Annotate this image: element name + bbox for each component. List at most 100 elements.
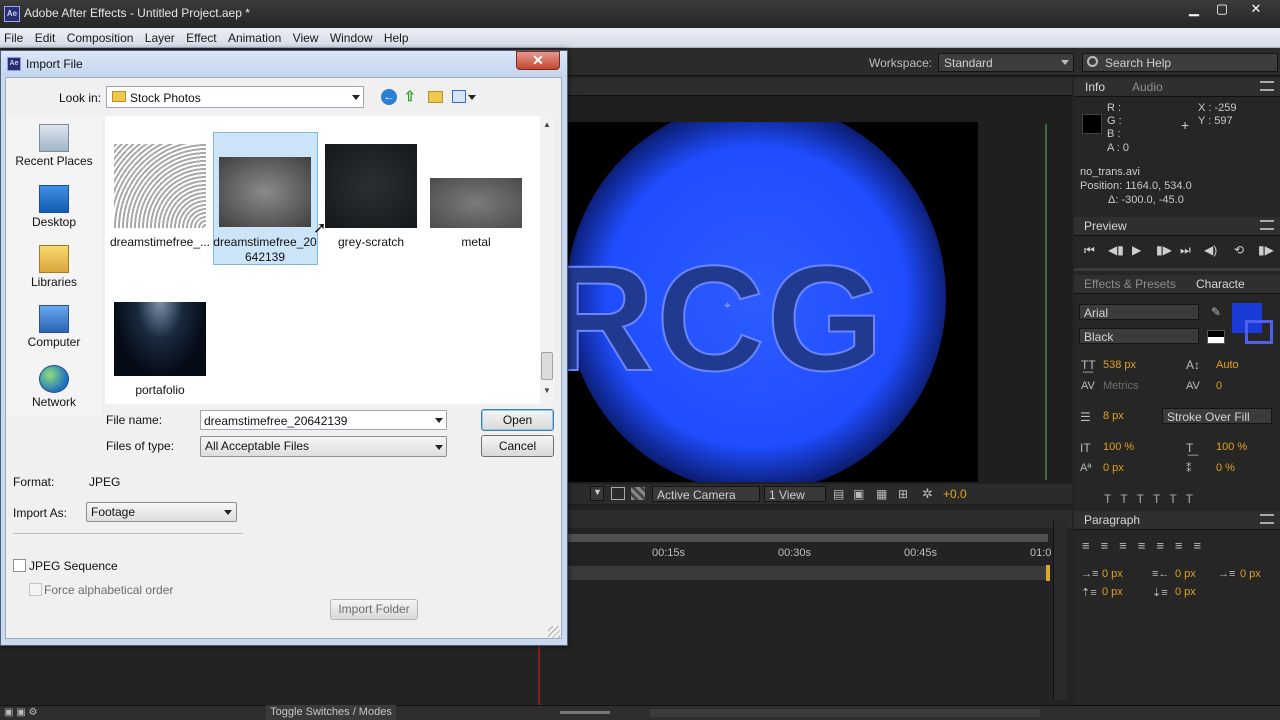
region-of-interest-icon[interactable]: ▦: [876, 487, 887, 501]
transparency-grid-icon[interactable]: [631, 487, 645, 500]
horizontal-scrollbar[interactable]: [650, 709, 1040, 717]
menu-edit[interactable]: Edit: [31, 28, 60, 45]
tab-paragraph[interactable]: Paragraph: [1084, 513, 1140, 527]
fast-previews-icon[interactable]: ▣: [853, 487, 864, 501]
workspace-select[interactable]: Standard: [938, 53, 1074, 72]
file-thumbnail[interactable]: [430, 178, 522, 228]
horizontal-scale-value[interactable]: 100 %: [1216, 441, 1247, 453]
menu-animation[interactable]: Animation: [224, 28, 285, 45]
timeline-scrollbar[interactable]: [1053, 520, 1067, 700]
flowchart-icon[interactable]: ⊞: [898, 487, 908, 501]
menu-view[interactable]: View: [289, 28, 323, 45]
back-arrow-icon[interactable]: ←: [381, 89, 397, 105]
open-button[interactable]: Open: [481, 409, 554, 431]
import-folder-button[interactable]: Import Folder: [330, 599, 418, 620]
play-icon[interactable]: ▶: [1132, 243, 1141, 257]
paragraph-align-buttons[interactable]: ≡≡≡≡≡≡≡: [1082, 538, 1212, 553]
menu-composition[interactable]: Composition: [63, 28, 138, 45]
resize-grip-icon[interactable]: [548, 626, 560, 638]
tsume-value[interactable]: 0 %: [1216, 462, 1235, 474]
font-size-value[interactable]: 538 px: [1103, 359, 1136, 371]
tab-effects-presets[interactable]: Effects & Presets: [1084, 277, 1176, 291]
exposure-icon[interactable]: ✲: [922, 486, 933, 502]
file-label[interactable]: portafolio: [105, 383, 215, 398]
tracking-value[interactable]: 0: [1216, 380, 1222, 392]
tab-character[interactable]: Characte: [1196, 277, 1245, 291]
view-menu-icon[interactable]: [452, 90, 466, 103]
files-of-type-select[interactable]: All Acceptable Files: [200, 436, 447, 457]
menu-effect[interactable]: Effect: [182, 28, 220, 45]
menu-window[interactable]: Window: [326, 28, 377, 45]
audio-icon[interactable]: ◀): [1204, 243, 1217, 257]
place-libraries[interactable]: Libraries: [6, 245, 102, 289]
cancel-button[interactable]: Cancel: [481, 435, 554, 457]
file-thumbnail[interactable]: [325, 144, 417, 228]
up-folder-icon[interactable]: ⇧: [404, 88, 416, 105]
file-name-input[interactable]: dreamstimefree_20642139: [200, 410, 447, 430]
jpeg-sequence-checkbox[interactable]: [13, 559, 26, 572]
menu-layer[interactable]: Layer: [141, 28, 179, 45]
leading-value[interactable]: Auto: [1216, 359, 1239, 371]
timeline-end-marker[interactable]: [1046, 565, 1050, 581]
scroll-down-icon[interactable]: ▼: [543, 386, 551, 395]
previous-frame-icon[interactable]: ◀▮: [1108, 243, 1124, 257]
rcg-text-layer[interactable]: RCG: [566, 232, 885, 405]
file-label[interactable]: grey-scratch: [316, 235, 426, 250]
work-area-bar[interactable]: [566, 534, 1048, 542]
camera-select[interactable]: Active Camera: [652, 486, 760, 502]
exposure-value[interactable]: +0.0: [943, 487, 967, 501]
kerning-value[interactable]: Metrics: [1103, 380, 1138, 392]
space-after-value[interactable]: 0 px: [1175, 586, 1196, 598]
next-frame-icon[interactable]: ▮▶: [1156, 243, 1172, 257]
menu-file[interactable]: File: [0, 28, 27, 45]
place-recent-places[interactable]: Recent Places: [6, 124, 102, 168]
file-thumbnail[interactable]: [114, 144, 206, 228]
last-frame-icon[interactable]: ⏭: [1180, 243, 1191, 258]
close-window-button[interactable]: ✕: [1236, 0, 1276, 18]
layer-duration-bar[interactable]: [566, 566, 1046, 580]
maximize-button[interactable]: ▢: [1206, 0, 1238, 18]
file-label[interactable]: dreamstimefree_...: [105, 235, 215, 250]
faux-style-buttons[interactable]: TTTTTT: [1104, 492, 1202, 506]
loop-icon[interactable]: ⟲: [1234, 243, 1244, 257]
import-as-select[interactable]: Footage: [86, 502, 237, 522]
toggle-switches-modes-button[interactable]: Toggle Switches / Modes: [266, 705, 396, 720]
stroke-color-swatch[interactable]: [1245, 320, 1273, 344]
file-label[interactable]: metal: [421, 235, 531, 250]
new-folder-icon[interactable]: [428, 91, 443, 103]
place-desktop[interactable]: Desktop: [6, 185, 102, 229]
first-line-indent-value[interactable]: 0 px: [1240, 568, 1261, 580]
indent-left-value[interactable]: 0 px: [1102, 568, 1123, 580]
snapshot-icon[interactable]: [611, 487, 625, 500]
file-thumbnail[interactable]: [114, 302, 206, 376]
scroll-up-icon[interactable]: ▲: [543, 120, 551, 129]
menu-help[interactable]: Help: [380, 28, 413, 45]
black-white-swatch[interactable]: [1207, 330, 1225, 344]
panel-menu-icon[interactable]: [1260, 220, 1274, 230]
tab-info[interactable]: Info: [1085, 80, 1105, 94]
baseline-shift-value[interactable]: 0 px: [1103, 462, 1124, 474]
indent-right-value[interactable]: 0 px: [1175, 568, 1196, 580]
panel-menu-icon[interactable]: [1260, 81, 1274, 91]
first-frame-icon[interactable]: ⏮: [1084, 243, 1095, 258]
space-before-value[interactable]: 0 px: [1102, 586, 1123, 598]
toggle-pixel-aspect-icon[interactable]: ▤: [833, 487, 844, 501]
stroke-width-value[interactable]: 8 px: [1103, 410, 1124, 422]
dialog-close-button[interactable]: ✕: [516, 51, 560, 70]
font-style-select[interactable]: Black: [1079, 328, 1199, 344]
composition-canvas[interactable]: RCG ⌖: [566, 122, 978, 482]
eyedropper-icon[interactable]: ✎: [1211, 305, 1221, 319]
place-computer[interactable]: Computer: [6, 305, 102, 349]
ram-preview-icon[interactable]: ▮▶: [1258, 243, 1274, 257]
tab-audio[interactable]: Audio: [1132, 80, 1163, 94]
file-label-line2[interactable]: 642139: [210, 250, 320, 265]
panel-menu-icon[interactable]: [1260, 514, 1274, 524]
stroke-mode-select[interactable]: Stroke Over Fill: [1162, 408, 1272, 424]
chevron-down-icon[interactable]: ▼: [590, 486, 604, 501]
search-help-input[interactable]: Search Help: [1082, 53, 1278, 72]
place-network[interactable]: Network: [6, 365, 102, 409]
view-layout-select[interactable]: 1 View: [764, 486, 826, 502]
file-label-line1[interactable]: dreamstimefree_20: [210, 235, 320, 250]
zoom-slider[interactable]: [560, 711, 610, 714]
force-alphabetical-checkbox[interactable]: [29, 583, 42, 596]
